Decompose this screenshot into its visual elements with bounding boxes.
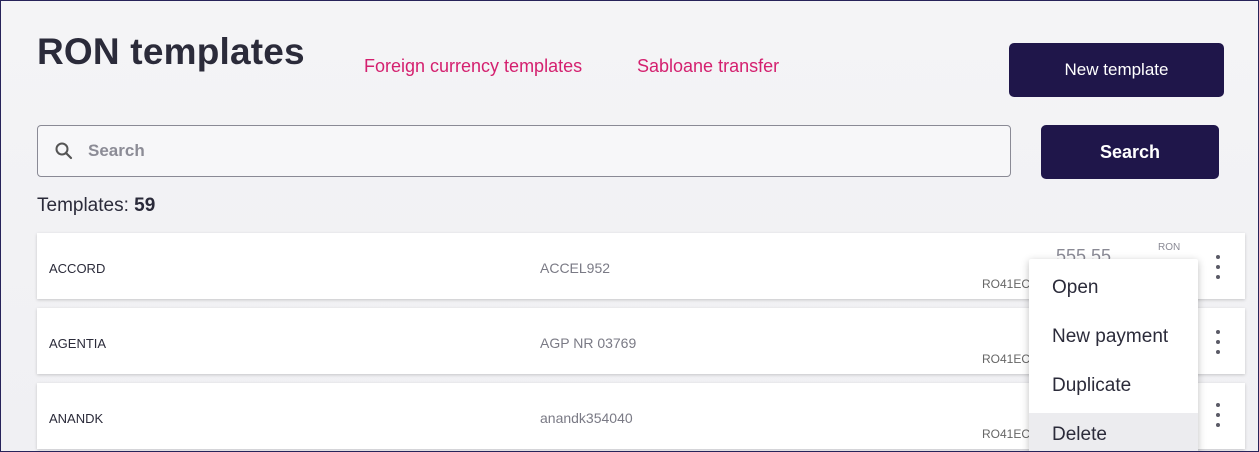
tab-sabloane-transfer[interactable]: Sabloane transfer [637, 56, 779, 77]
page-title: RON templates [37, 31, 305, 72]
templates-count-value: 59 [134, 195, 156, 216]
template-name: ACCORD [49, 261, 106, 276]
more-options-icon[interactable] [1209, 403, 1227, 427]
search-input[interactable] [86, 140, 970, 162]
search-field[interactable] [37, 125, 1011, 177]
templates-count: Templates: 59 [37, 195, 155, 217]
templates-page: RON templates Foreign currency templates… [0, 0, 1259, 452]
template-iban: RO41EC [982, 427, 1031, 441]
more-options-icon[interactable] [1209, 255, 1227, 279]
row-context-menu: Open New payment Duplicate Delete [1029, 259, 1198, 451]
template-reference: AGP NR 03769 [540, 335, 637, 351]
menu-item-duplicate[interactable]: Duplicate [1029, 364, 1198, 408]
new-template-button[interactable]: New template [1009, 43, 1224, 97]
template-iban: RO41EC [982, 352, 1031, 366]
template-iban: RO41EC [982, 277, 1031, 291]
menu-item-delete[interactable]: Delete [1029, 413, 1198, 451]
template-reference: anandk354040 [540, 410, 633, 426]
tab-foreign-currency-templates[interactable]: Foreign currency templates [364, 56, 582, 77]
templates-count-label: Templates: [37, 195, 129, 216]
search-button[interactable]: Search [1041, 125, 1219, 179]
template-name: ANANDK [49, 411, 104, 426]
more-options-icon[interactable] [1209, 330, 1227, 354]
template-name: AGENTIA [49, 336, 107, 351]
template-reference: ACCEL952 [540, 260, 611, 276]
menu-item-open[interactable]: Open [1029, 266, 1198, 310]
menu-item-new-payment[interactable]: New payment [1029, 315, 1198, 359]
template-currency: RON [1158, 242, 1181, 253]
search-icon [55, 142, 73, 160]
